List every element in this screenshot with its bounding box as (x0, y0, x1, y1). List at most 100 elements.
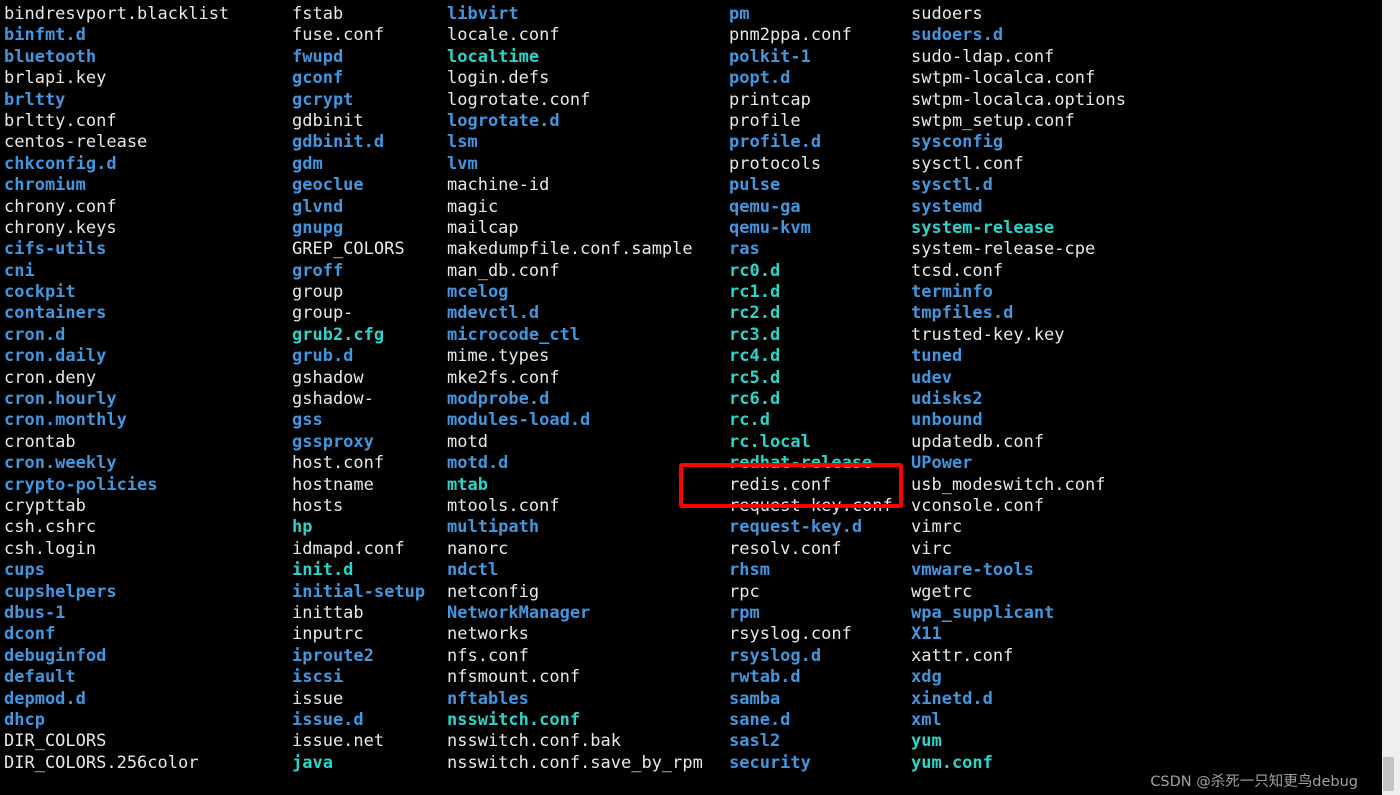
listing-entry: csh.cshrc (4, 517, 97, 538)
listing-entry: logrotate.d (447, 110, 560, 131)
listing-entry: security (729, 752, 811, 773)
listing-entry: cupshelpers (4, 581, 117, 602)
listing-entry: resolv.conf (729, 538, 842, 559)
listing-entry: xattr.conf (911, 645, 1014, 666)
listing-entry: GREP_COLORS (292, 239, 405, 260)
listing-entry: fwupd (292, 46, 344, 67)
listing-column-1: bindresvport.blacklist binfmt.d bluetooth b… (4, 4, 229, 774)
listing-entry: gconf (292, 68, 344, 89)
listing-entry: nfs.conf (447, 645, 529, 666)
listing-entry: samba (729, 688, 781, 709)
listing-entry: idmapd.conf (292, 538, 405, 559)
listing-entry: crontab (4, 431, 76, 452)
listing-entry: brltty (4, 89, 66, 110)
listing-entry: nsswitch.conf.save_by_rpm (447, 752, 703, 773)
listing-entry: motd.d (447, 453, 509, 474)
listing-entry: mtab (447, 474, 488, 495)
listing-entry: protocols (729, 153, 822, 174)
listing-entry: terminfo (911, 282, 993, 303)
listing-entry: initial-setup (292, 581, 426, 602)
listing-entry: dhcp (4, 709, 45, 730)
terminal-output-pane[interactable]: bindresvport.blacklist binfmt.d bluetooth b… (0, 0, 1382, 795)
listing-column-4: pm pnm2ppa.conf polkit-1 popt.d printcap prof… (729, 4, 893, 774)
listing-entry: redhat-release (729, 453, 873, 474)
listing-entry: system-release (911, 217, 1055, 238)
listing-entry: binfmt.d (4, 25, 86, 46)
listing-entry: logrotate.conf (447, 89, 591, 110)
listing-entry: xml (911, 709, 942, 730)
listing-entry: gdbinit (292, 110, 364, 131)
listing-entry: rhsm (729, 560, 770, 581)
listing-entry: machine-id (447, 175, 550, 196)
listing-entry: libvirt (447, 4, 519, 24)
listing-entry: qemu-ga (729, 196, 801, 217)
listing-entry: rc4.d (729, 346, 781, 367)
listing-entry: nftables (447, 688, 529, 709)
listing-entry: bluetooth (4, 46, 97, 67)
listing-entry: profile (729, 110, 801, 131)
listing-column-5: sudoers sudoers.d sudo-ldap.conf swtpm-loca… (911, 4, 1126, 774)
listing-entry: lvm (447, 153, 478, 174)
listing-entry: group (292, 282, 344, 303)
listing-entry: netconfig (447, 581, 540, 602)
listing-entry: makedumpfile.conf.sample (447, 239, 693, 260)
listing-entry: gdbinit.d (292, 132, 385, 153)
listing-entry: dconf (4, 624, 56, 645)
listing-entry: tuned (911, 346, 963, 367)
listing-entry: group- (292, 303, 354, 324)
listing-entry: DIR_COLORS (4, 731, 107, 752)
listing-entry: cifs-utils (4, 239, 107, 260)
listing-entry: crypttab (4, 495, 86, 516)
listing-entry: groff (292, 260, 344, 281)
listing-entry: modules-load.d (447, 410, 591, 431)
listing-entry: printcap (729, 89, 811, 110)
listing-entry: rpm (729, 602, 760, 623)
vertical-scrollbar-thumb[interactable] (1383, 757, 1394, 791)
listing-entry: cron.d (4, 324, 66, 345)
listing-entry: updatedb.conf (911, 431, 1045, 452)
listing-entry: pnm2ppa.conf (729, 25, 852, 46)
listing-entry: udisks2 (911, 389, 983, 410)
listing-entry: geoclue (292, 175, 364, 196)
listing-entry: host.conf (292, 453, 385, 474)
listing-entry: nsswitch.conf.bak (447, 731, 621, 752)
listing-entry: brltty.conf (4, 110, 117, 131)
listing-column-2: fstab fuse.conf fwupd gconf gcrypt gdbinit gdb… (292, 4, 425, 774)
listing-entry: sudoers.d (911, 25, 1004, 46)
listing-entry: yum.conf (911, 752, 993, 773)
listing-entry: depmod.d (4, 688, 86, 709)
listing-entry: modprobe.d (447, 389, 550, 410)
listing-entry: sysctl.d (911, 175, 993, 196)
listing-entry: grub2.cfg (292, 324, 385, 345)
listing-column-3: libvirt locale.conf localtime login.defs log… (447, 4, 703, 774)
vertical-scrollbar-track[interactable] (1382, 0, 1400, 795)
listing-entry: inittab (292, 602, 364, 623)
listing-entry: gdm (292, 153, 323, 174)
listing-entry: profile.d (729, 132, 822, 153)
listing-entry: issue.d (292, 709, 364, 730)
listing-entry: xinetd.d (911, 688, 993, 709)
listing-entry: NetworkManager (447, 602, 591, 623)
listing-entry: rc0.d (729, 260, 781, 281)
listing-entry: crypto-policies (4, 474, 158, 495)
listing-entry: iscsi (292, 667, 344, 688)
listing-entry: cockpit (4, 282, 76, 303)
listing-entry: hostname (292, 474, 374, 495)
listing-entry: mke2fs.conf (447, 367, 560, 388)
listing-entry: sasl2 (729, 731, 781, 752)
listing-entry: rc3.d (729, 324, 781, 345)
listing-entry: vconsole.conf (911, 495, 1045, 516)
listing-entry: microcode_ctl (447, 324, 581, 345)
listing-entry: swtpm-localca.options (911, 89, 1126, 110)
listing-entry: man_db.conf (447, 260, 560, 281)
listing-entry: rc.d (729, 410, 770, 431)
listing-entry: mtools.conf (447, 495, 560, 516)
listing-entry: rwtab.d (729, 667, 801, 688)
listing-entry: motd (447, 431, 488, 452)
listing-entry: gnupg (292, 217, 344, 238)
listing-entry: pm (729, 4, 750, 24)
listing-entry: iproute2 (292, 645, 374, 666)
listing-entry: hp (292, 517, 313, 538)
listing-entry: glvnd (292, 196, 344, 217)
listing-entry: cni (4, 260, 35, 281)
